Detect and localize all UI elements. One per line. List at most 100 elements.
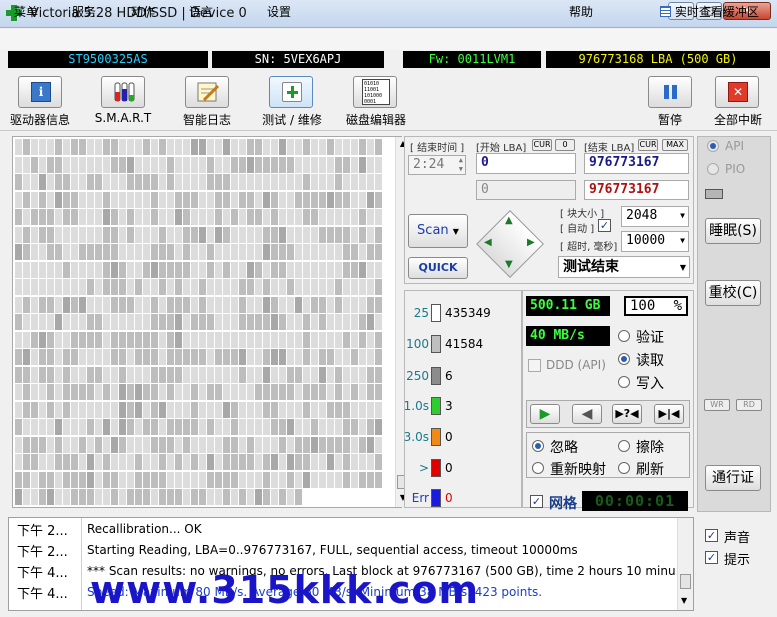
block-size-select[interactable]: 2048 ▼ <box>621 206 689 227</box>
pio-radio[interactable] <box>707 163 719 175</box>
scan-block <box>127 226 134 243</box>
scan-block <box>95 279 102 295</box>
scan-block <box>207 261 214 278</box>
scan-block <box>135 384 142 400</box>
scan-block <box>135 174 142 190</box>
sleep-button[interactable]: 睡眠(S) <box>705 218 761 244</box>
scan-block <box>39 454 46 470</box>
scan-block <box>375 174 382 190</box>
menu-item-help[interactable]: 帮助 <box>569 3 593 20</box>
scan-block <box>63 314 70 330</box>
scan-block <box>63 209 70 225</box>
scan-block <box>279 156 286 173</box>
scan-block <box>175 261 182 278</box>
scan-block <box>303 244 310 260</box>
end-lba-label: [结束 LBA] <box>584 143 635 154</box>
refresh-radio[interactable] <box>618 462 630 474</box>
test-status-select[interactable]: 测试结束 ▼ <box>558 256 690 278</box>
scan-block <box>359 384 366 400</box>
write-radio[interactable] <box>618 376 630 388</box>
start-cur-button[interactable]: CUR <box>532 139 552 151</box>
menu-item-main[interactable]: 菜单 <box>14 3 38 20</box>
scan-block <box>143 156 150 173</box>
scan-block <box>15 349 22 365</box>
smart-button[interactable] <box>101 76 145 108</box>
scan-block <box>55 314 62 330</box>
erase-radio[interactable] <box>618 440 630 452</box>
scan-block <box>39 349 46 365</box>
quick-button[interactable]: QUICK <box>408 257 468 279</box>
rewind-button[interactable]: ◀ <box>572 404 602 424</box>
end-lba-field[interactable]: 976773167 <box>584 153 689 174</box>
start-lba-field[interactable]: 0 <box>476 153 576 174</box>
skip-end-button[interactable]: ▶|◀ <box>654 404 684 424</box>
seek-down-icon[interactable]: ▼ <box>505 259 513 270</box>
verify-radio[interactable] <box>618 330 630 342</box>
abort-button[interactable]: ✕ <box>715 76 759 108</box>
scan-block <box>47 209 54 225</box>
seek-left-icon[interactable]: ◀ <box>484 237 492 248</box>
timeout-value: 10000 <box>626 233 666 248</box>
scan-block <box>167 139 174 155</box>
drive-info-button[interactable]: i <box>18 76 62 108</box>
scan-block <box>143 489 150 505</box>
test-repair-button[interactable] <box>269 76 313 108</box>
passport-button[interactable]: 通行证 <box>705 465 761 491</box>
scan-block <box>167 401 174 418</box>
auto-checkbox[interactable]: ✓ <box>598 219 611 232</box>
scan-block <box>375 331 382 348</box>
scan-block <box>151 489 158 505</box>
end-cur-button[interactable]: CUR <box>638 139 658 151</box>
scan-block <box>295 471 302 488</box>
scan-block <box>343 226 350 243</box>
scan-block <box>143 314 150 330</box>
timeout-select[interactable]: 10000 ▼ <box>621 231 689 252</box>
disk-editor-button[interactable]: 01010 11001 101000 0001 <box>353 76 397 108</box>
scan-block <box>71 489 78 505</box>
scan-block <box>255 331 262 348</box>
scan-block <box>247 226 254 243</box>
scan-block <box>319 314 326 330</box>
remap-radio[interactable] <box>532 462 544 474</box>
end-max-button[interactable]: MAX <box>662 139 688 151</box>
sound-checkbox[interactable]: ✓ <box>705 529 718 542</box>
scan-block <box>343 296 350 313</box>
scan-block <box>175 436 182 453</box>
skip-unknown-button[interactable]: ▶?◀ <box>612 404 642 424</box>
scan-block <box>103 279 110 295</box>
hints-checkbox[interactable]: ✓ <box>705 551 718 564</box>
scan-block <box>359 349 366 365</box>
pause-button[interactable] <box>648 76 692 108</box>
ignore-radio[interactable] <box>532 440 544 452</box>
scan-block <box>135 139 142 155</box>
menu-item-settings[interactable]: 设置 <box>267 3 291 20</box>
scan-block <box>151 244 158 260</box>
recalibrate-button[interactable]: 重校(C) <box>705 280 761 306</box>
scan-block <box>103 296 110 313</box>
scan-block <box>335 314 342 330</box>
menu-item-language[interactable]: 语言 <box>189 3 213 20</box>
scan-block <box>127 384 134 400</box>
grid-checkbox[interactable]: ✓ <box>530 495 543 508</box>
ddd-api-checkbox[interactable] <box>528 359 541 372</box>
start-zero-button[interactable]: 0 <box>555 139 575 151</box>
scan-block <box>111 419 118 435</box>
api-radio[interactable] <box>707 140 719 152</box>
end-time-field[interactable]: 2:24 ▲ ▼ <box>408 155 466 175</box>
log-scrollbar[interactable]: ▼ <box>677 518 693 610</box>
scan-button[interactable]: Scan ▼ <box>408 214 468 248</box>
read-radio[interactable] <box>618 353 630 365</box>
scan-block <box>263 314 270 330</box>
scan-block <box>119 209 126 225</box>
scan-block <box>183 139 190 155</box>
realtime-buffer-toggle[interactable]: 实时查看缓冲区 <box>660 3 759 20</box>
menu-item-action[interactable]: 动作 <box>131 3 155 20</box>
seek-right-icon[interactable]: ▶ <box>527 237 535 248</box>
auto-label: [ 自动 ] <box>560 224 595 235</box>
menu-item-service[interactable]: 服务 <box>72 3 96 20</box>
scan-block <box>199 331 206 348</box>
play-button[interactable]: ▶ <box>530 404 560 424</box>
seek-up-icon[interactable]: ▲ <box>505 215 513 226</box>
scan-block <box>311 296 318 313</box>
smart-log-button[interactable] <box>185 76 229 108</box>
